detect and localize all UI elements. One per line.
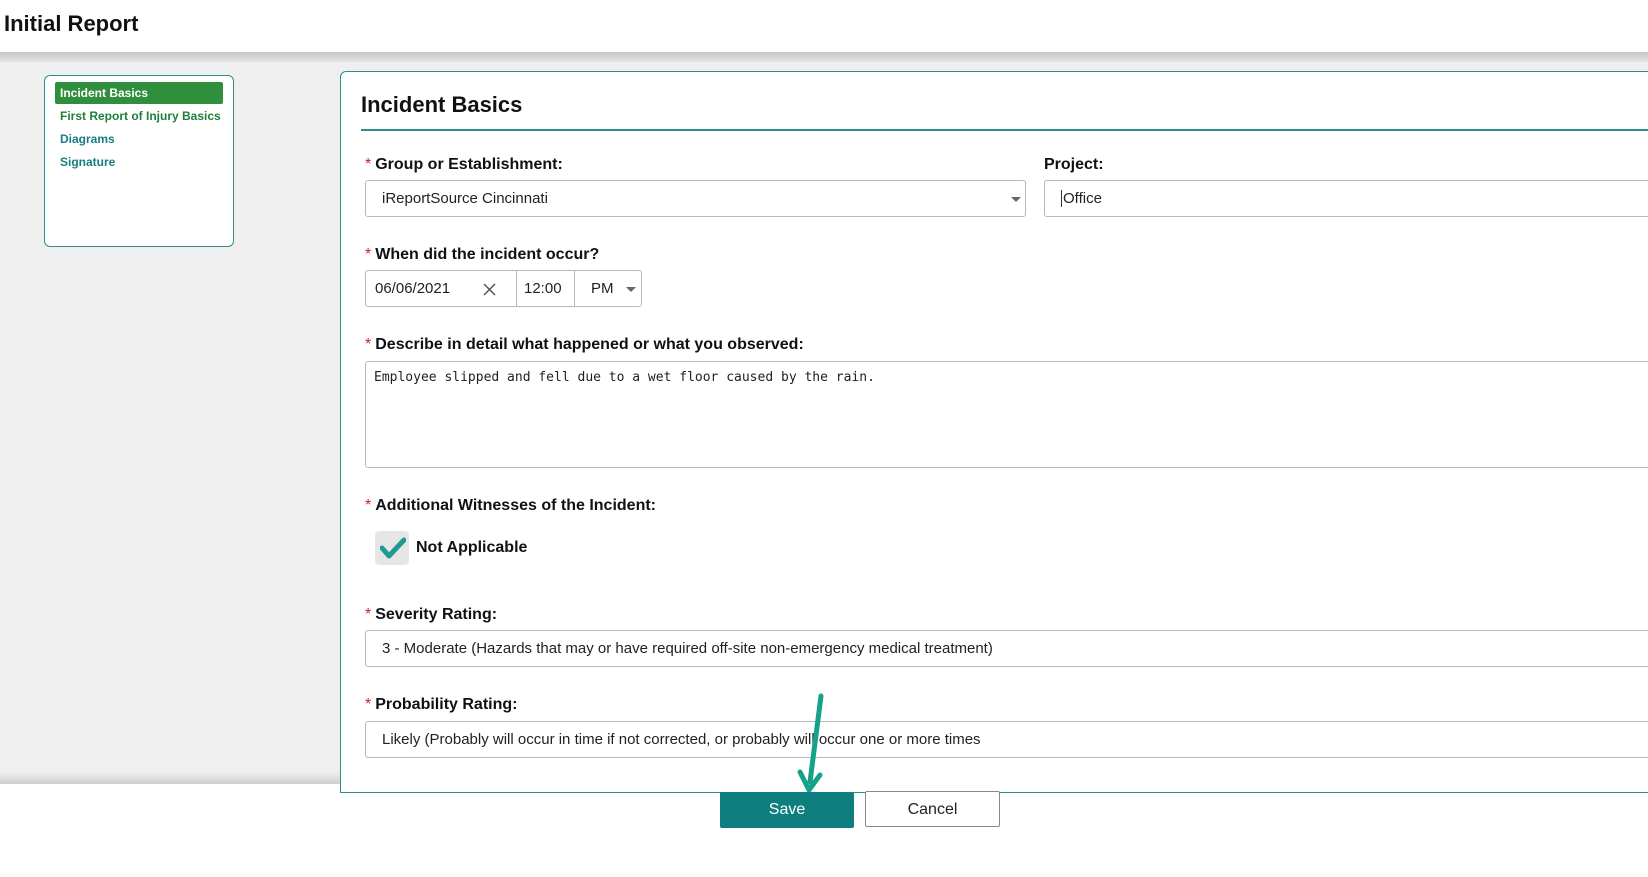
time-input[interactable]: 12:00: [516, 270, 575, 307]
section-nav: Incident Basics First Report of Injury B…: [44, 75, 234, 247]
probability-label: * Probability Rating:: [365, 696, 518, 713]
save-button[interactable]: Save: [720, 792, 854, 828]
project-label: Project:: [1044, 156, 1104, 173]
date-input[interactable]: 06/06/2021: [365, 270, 517, 307]
required-marker: *: [365, 156, 372, 173]
form-panel: Incident Basics * Group or Establishment:…: [340, 71, 1648, 793]
close-icon[interactable]: [483, 283, 496, 296]
probability-select[interactable]: Likely (Probably will occur in time if n…: [365, 721, 1648, 758]
date-value: 06/06/2021: [375, 280, 451, 297]
describe-textarea[interactable]: Employee slipped and fell due to a wet f…: [365, 361, 1648, 468]
severity-value: 3 - Moderate (Hazards that may or have r…: [382, 640, 993, 657]
project-input[interactable]: Office: [1044, 180, 1648, 217]
nav-item-diagrams[interactable]: Diagrams: [55, 128, 223, 150]
not-applicable-label: Not Applicable: [416, 539, 528, 556]
probability-value: Likely (Probably will occur in time if n…: [382, 731, 981, 748]
check-icon: [380, 537, 406, 559]
project-value: Office: [1061, 190, 1102, 207]
arrow-icon: [797, 693, 824, 793]
chevron-down-icon: [626, 287, 636, 292]
witnesses-label: * Additional Witnesses of the Incident:: [365, 497, 656, 514]
nav-item-first-report[interactable]: First Report of Injury Basics: [55, 105, 223, 127]
severity-label: * Severity Rating:: [365, 606, 498, 623]
nav-item-signature[interactable]: Signature: [55, 151, 223, 173]
page-header: Initial Report: [0, 0, 1648, 52]
page-title: Initial Report: [4, 11, 139, 36]
group-value: iReportSource Cincinnati: [382, 190, 548, 207]
not-applicable-checkbox[interactable]: [375, 531, 409, 565]
cancel-button[interactable]: Cancel: [865, 791, 1000, 827]
section-divider: [361, 129, 1648, 131]
nav-item-incident-basics[interactable]: Incident Basics: [55, 82, 223, 104]
ampm-select[interactable]: PM: [574, 270, 642, 307]
time-value: 12:00: [524, 280, 562, 297]
chevron-down-icon: [1011, 197, 1021, 202]
severity-select[interactable]: 3 - Moderate (Hazards that may or have r…: [365, 630, 1648, 667]
section-title: Incident Basics: [361, 92, 523, 117]
group-select[interactable]: iReportSource Cincinnati: [365, 180, 1026, 217]
group-label: * Group or Establishment:: [365, 156, 563, 173]
when-label: * When did the incident occur?: [365, 246, 600, 263]
describe-label: * Describe in detail what happened or wha…: [365, 336, 804, 353]
ampm-value: PM: [591, 280, 614, 297]
